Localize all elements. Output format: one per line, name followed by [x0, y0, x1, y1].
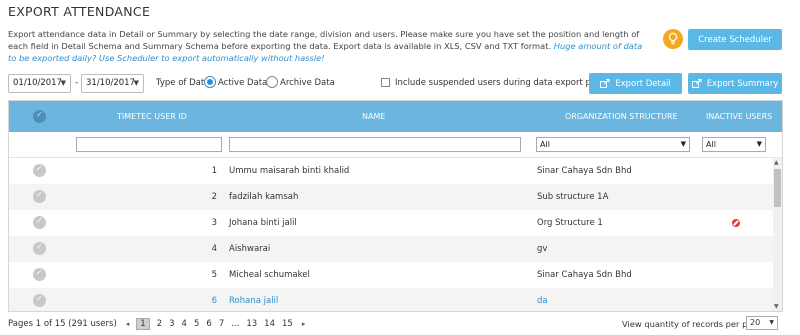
- lightbulb-icon: [663, 29, 683, 49]
- org-filter-value: All: [540, 140, 550, 149]
- table-row[interactable]: 3 Johana binti jalil Org Structure 1: [9, 210, 774, 236]
- create-scheduler-button[interactable]: Create Scheduler: [688, 29, 782, 50]
- row-checkbox[interactable]: [33, 216, 46, 229]
- chevron-down-icon: ▼: [680, 140, 686, 148]
- type-of-data-label: Type of Data: [156, 78, 210, 88]
- page-link[interactable]: 5: [194, 319, 199, 329]
- create-scheduler-label: Create Scheduler: [698, 34, 772, 45]
- per-page-value: 20: [750, 318, 761, 327]
- user-id-cell: 6: [211, 296, 217, 306]
- page-link[interactable]: 1: [136, 318, 150, 330]
- column-header-org[interactable]: ORGANIZATION STRUCTURE: [565, 112, 678, 121]
- name-cell: Johana binti jalil: [229, 218, 297, 228]
- table-row[interactable]: 5 Micheal schumakel Sinar Cahaya Sdn Bhd: [9, 262, 774, 288]
- active-data-label: Active Data: [218, 78, 268, 88]
- grid-scrollbar[interactable]: ▲ ▼: [773, 158, 782, 311]
- export-icon: [691, 79, 702, 88]
- org-cell: Sinar Cahaya Sdn Bhd: [537, 166, 632, 176]
- pagination: Pages 1 of 15 (291 users) ◂ 1 2 3 4 5 6 …: [8, 318, 305, 330]
- date-to-value: 31/10/2017: [86, 78, 135, 88]
- row-checkbox[interactable]: [33, 294, 46, 307]
- prev-page-icon[interactable]: ◂: [126, 320, 130, 328]
- row-checkbox[interactable]: [33, 242, 46, 255]
- grid-header: TIMETEC USER ID NAME ORGANIZATION STRUCT…: [9, 101, 782, 132]
- per-page-label: View quantity of records per page: [622, 319, 763, 329]
- org-cell: Sub structure 1A: [537, 192, 609, 202]
- page-link[interactable]: 6: [206, 319, 211, 329]
- page-link[interactable]: 3: [169, 319, 174, 329]
- grid-rows: 1 Ummu maisarah binti khalid Sinar Cahay…: [9, 158, 774, 311]
- export-summary-button[interactable]: Export Summary: [688, 73, 782, 94]
- user-id-cell: 1: [211, 166, 217, 176]
- name-cell: fadzilah kamsah: [229, 192, 299, 202]
- name-cell: Aishwarai: [229, 244, 271, 254]
- column-header-inactive[interactable]: INACTIVE USERS: [706, 112, 772, 121]
- chevron-down-icon: ▼: [60, 79, 66, 87]
- page-ellipsis: ...: [231, 319, 240, 329]
- active-data-radio[interactable]: [204, 76, 216, 88]
- inactive-status-icon: [732, 219, 740, 227]
- scroll-up-icon[interactable]: ▲: [774, 159, 779, 166]
- date-from-select[interactable]: 01/10/2017 ▼: [8, 74, 71, 93]
- scroll-thumb[interactable]: [774, 169, 781, 207]
- description-text: Export attendance data in Detail or Summ…: [8, 29, 640, 51]
- page-link[interactable]: 14: [264, 319, 275, 329]
- users-grid: TIMETEC USER ID NAME ORGANIZATION STRUCT…: [8, 100, 783, 312]
- pagination-summary: Pages 1 of 15 (291 users): [8, 319, 117, 329]
- name-cell: Micheal schumakel: [229, 270, 310, 280]
- name-cell: Ummu maisarah binti khalid: [229, 166, 350, 176]
- column-header-user-id[interactable]: TIMETEC USER ID: [117, 112, 187, 121]
- date-separator: -: [75, 78, 79, 88]
- org-cell: Org Structure 1: [537, 218, 603, 228]
- date-from-value: 01/10/2017: [13, 78, 62, 88]
- inactive-filter-value: All: [706, 140, 716, 149]
- row-checkbox[interactable]: [33, 164, 46, 177]
- page-link[interactable]: 7: [219, 319, 224, 329]
- include-suspended-label: Include suspended users during data expo…: [395, 78, 619, 88]
- page-title: EXPORT ATTENDANCE: [8, 4, 151, 19]
- page-link[interactable]: 2: [157, 319, 162, 329]
- row-checkbox[interactable]: [33, 190, 46, 203]
- table-row[interactable]: 1 Ummu maisarah binti khalid Sinar Cahay…: [9, 158, 774, 184]
- page-link[interactable]: 13: [246, 319, 257, 329]
- date-to-select[interactable]: 31/10/2017 ▼: [81, 74, 144, 93]
- export-detail-button[interactable]: Export Detail: [589, 73, 682, 94]
- next-page-icon[interactable]: ▸: [302, 320, 306, 328]
- archive-data-radio[interactable]: [266, 76, 278, 88]
- table-row[interactable]: 6 Rohana jalil da: [9, 288, 774, 311]
- include-suspended-checkbox[interactable]: [381, 78, 390, 87]
- column-header-name[interactable]: NAME: [362, 112, 385, 121]
- page-link[interactable]: 4: [182, 319, 187, 329]
- chevron-down-icon: ▼: [769, 319, 774, 326]
- export-detail-label: Export Detail: [615, 78, 671, 89]
- name-cell: Rohana jalil: [229, 296, 279, 306]
- page-description: Export attendance data in Detail or Summ…: [8, 28, 648, 64]
- archive-data-label: Archive Data: [280, 78, 335, 88]
- user-id-cell: 3: [211, 218, 217, 228]
- filter-row: All ▼ All ▼: [9, 132, 782, 158]
- user-id-cell: 4: [211, 244, 217, 254]
- table-row[interactable]: 4 Aishwarai gv: [9, 236, 774, 262]
- table-row[interactable]: 2 fadzilah kamsah Sub structure 1A: [9, 184, 774, 210]
- export-summary-label: Export Summary: [706, 78, 779, 89]
- org-cell: gv: [537, 244, 548, 254]
- user-id-filter-input[interactable]: [76, 137, 222, 152]
- per-page-select[interactable]: 20 ▼: [746, 316, 778, 330]
- page-link[interactable]: 15: [282, 319, 293, 329]
- org-cell: da: [537, 296, 548, 306]
- org-filter-select[interactable]: All ▼: [536, 137, 690, 152]
- select-all-checkbox[interactable]: [33, 110, 46, 123]
- export-icon: [600, 79, 610, 88]
- row-checkbox[interactable]: [33, 268, 46, 281]
- scroll-down-icon[interactable]: ▼: [774, 303, 779, 310]
- org-cell: Sinar Cahaya Sdn Bhd: [537, 270, 632, 280]
- inactive-filter-select[interactable]: All ▼: [702, 137, 766, 152]
- name-filter-input[interactable]: [229, 137, 521, 152]
- chevron-down-icon: ▼: [756, 140, 762, 148]
- user-id-cell: 5: [211, 270, 217, 280]
- chevron-down-icon: ▼: [133, 79, 139, 87]
- user-id-cell: 2: [211, 192, 217, 202]
